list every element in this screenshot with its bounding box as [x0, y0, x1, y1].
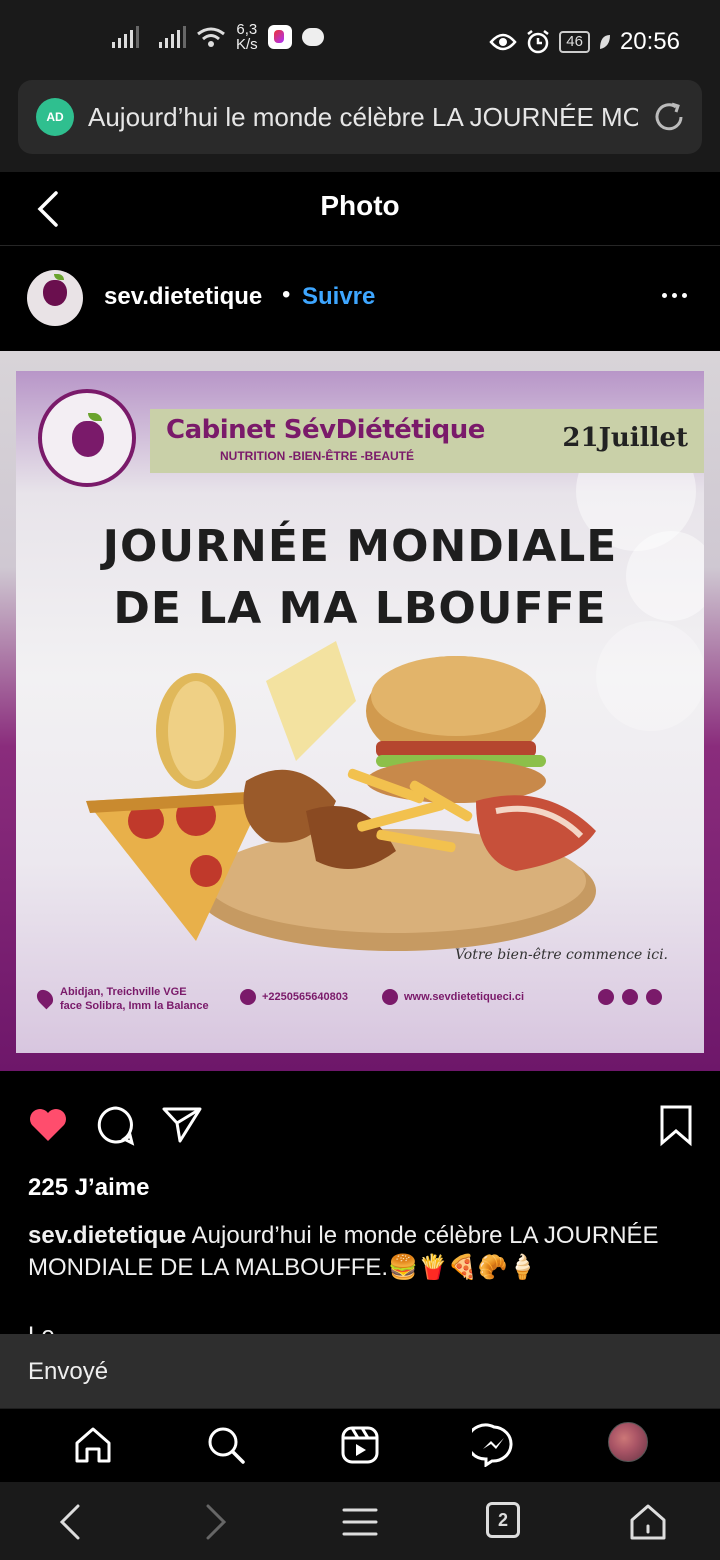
- url-field[interactable]: AD Aujourd’hui le monde célèbre LA JOURN…: [18, 80, 702, 154]
- menu-icon[interactable]: [338, 1500, 382, 1544]
- adblock-icon[interactable]: AD: [36, 98, 74, 136]
- wifi-icon: [197, 27, 225, 47]
- avatar[interactable]: [27, 270, 83, 326]
- browser-bottom-nav: 2: [0, 1482, 720, 1560]
- status-right: 46 20:56: [489, 28, 680, 56]
- location-pin-icon: [33, 986, 57, 1010]
- poster: Cabinet SévDiététique NUTRITION -BIEN-ÊT…: [16, 371, 704, 1053]
- signal-1-icon: [112, 26, 139, 48]
- junk-food-illustration: [86, 641, 596, 951]
- signal-2-icon: [159, 26, 186, 48]
- poster-phone: +2250565640803: [262, 991, 348, 1003]
- slogan: Votre bien-être commence ici.: [454, 947, 668, 963]
- message-bubble-icon: [301, 28, 324, 46]
- app-header: Photo: [0, 172, 720, 246]
- eye-icon: [489, 33, 517, 51]
- toast-message: Envoyé: [28, 1358, 109, 1385]
- brand-banner: Cabinet SévDiététique NUTRITION -BIEN-ÊT…: [150, 409, 704, 473]
- headline-line-1: JOURNÉE MONDIALE: [102, 521, 618, 572]
- phone-icon: [240, 989, 256, 1005]
- caption-username[interactable]: sev.dietetique: [28, 1222, 186, 1249]
- caption-continued: Le: [28, 1322, 55, 1334]
- reload-icon[interactable]: [650, 98, 688, 136]
- event-date: 21Juillet: [562, 423, 688, 453]
- follow-button[interactable]: Suivre: [302, 283, 375, 311]
- app-bottom-nav: [0, 1408, 720, 1482]
- page-title-text: Aujourd’hui le monde célèbre LA JOURNÉE …: [88, 101, 638, 132]
- comment-icon[interactable]: [94, 1103, 138, 1147]
- messenger-icon[interactable]: [472, 1423, 516, 1467]
- page-title: Photo: [320, 190, 400, 221]
- home-icon[interactable]: [71, 1423, 115, 1467]
- status-bar: 6,3 K/s 46 20:56: [0, 0, 720, 80]
- sent-toast: Envoyé: [0, 1334, 720, 1408]
- brand-name: Cabinet SévDiététique: [166, 415, 485, 445]
- browser-address-bar: AD Aujourd’hui le monde célèbre LA JOURN…: [0, 80, 720, 172]
- tabs-button[interactable]: 2: [486, 1502, 520, 1538]
- more-options-icon[interactable]: [658, 283, 690, 307]
- search-icon[interactable]: [204, 1423, 248, 1467]
- separator-dot: •: [282, 281, 291, 308]
- headline-line-2: DE LA MA LBOUFFE: [113, 583, 607, 634]
- post-username[interactable]: sev.dietetique: [104, 283, 262, 311]
- post-image[interactable]: Cabinet SévDiététique NUTRITION -BIEN-ÊT…: [0, 351, 720, 1071]
- likes-count[interactable]: 225 J’aime: [28, 1174, 149, 1202]
- post-header: sev.dietetique • Suivre: [0, 247, 720, 351]
- post-caption: sev.dietetique Aujourd’hui le monde célè…: [28, 1220, 698, 1284]
- clock: 20:56: [619, 28, 680, 55]
- web-icon: [382, 989, 398, 1005]
- like-heart-icon[interactable]: [26, 1103, 70, 1147]
- poster-address: Abidjan, Treichville VGE face Solibra, I…: [60, 986, 209, 1012]
- bookmark-icon[interactable]: [654, 1103, 698, 1147]
- share-send-icon[interactable]: [160, 1103, 204, 1147]
- instagram-icon: [646, 989, 662, 1005]
- app-notification-icon: [267, 25, 292, 49]
- alarm-icon: [527, 30, 549, 54]
- leaf-icon: [599, 35, 610, 49]
- profile-avatar[interactable]: [608, 1422, 648, 1462]
- facebook-icon: [598, 989, 614, 1005]
- battery-level: 46: [559, 31, 590, 53]
- reels-icon[interactable]: [338, 1423, 382, 1467]
- browser-forward-icon[interactable]: [192, 1500, 236, 1544]
- contact-footer: Abidjan, Treichville VGE face Solibra, I…: [33, 985, 688, 1025]
- brand-logo: [38, 389, 136, 487]
- browser-home-icon[interactable]: [626, 1500, 670, 1544]
- network-speed: 6,3 K/s: [236, 21, 258, 53]
- whatsapp-icon: [622, 989, 638, 1005]
- browser-back-icon[interactable]: [50, 1500, 94, 1544]
- brand-tagline: NUTRITION -BIEN-ÊTRE -BEAUTÉ: [220, 449, 414, 463]
- poster-website: www.sevdietetiqueci.ci: [404, 991, 525, 1003]
- caption-emojis: 🍔🍟🍕🥐🍦: [388, 1254, 538, 1281]
- status-left: 6,3 K/s: [112, 22, 324, 52]
- post-actions: [0, 1071, 720, 1171]
